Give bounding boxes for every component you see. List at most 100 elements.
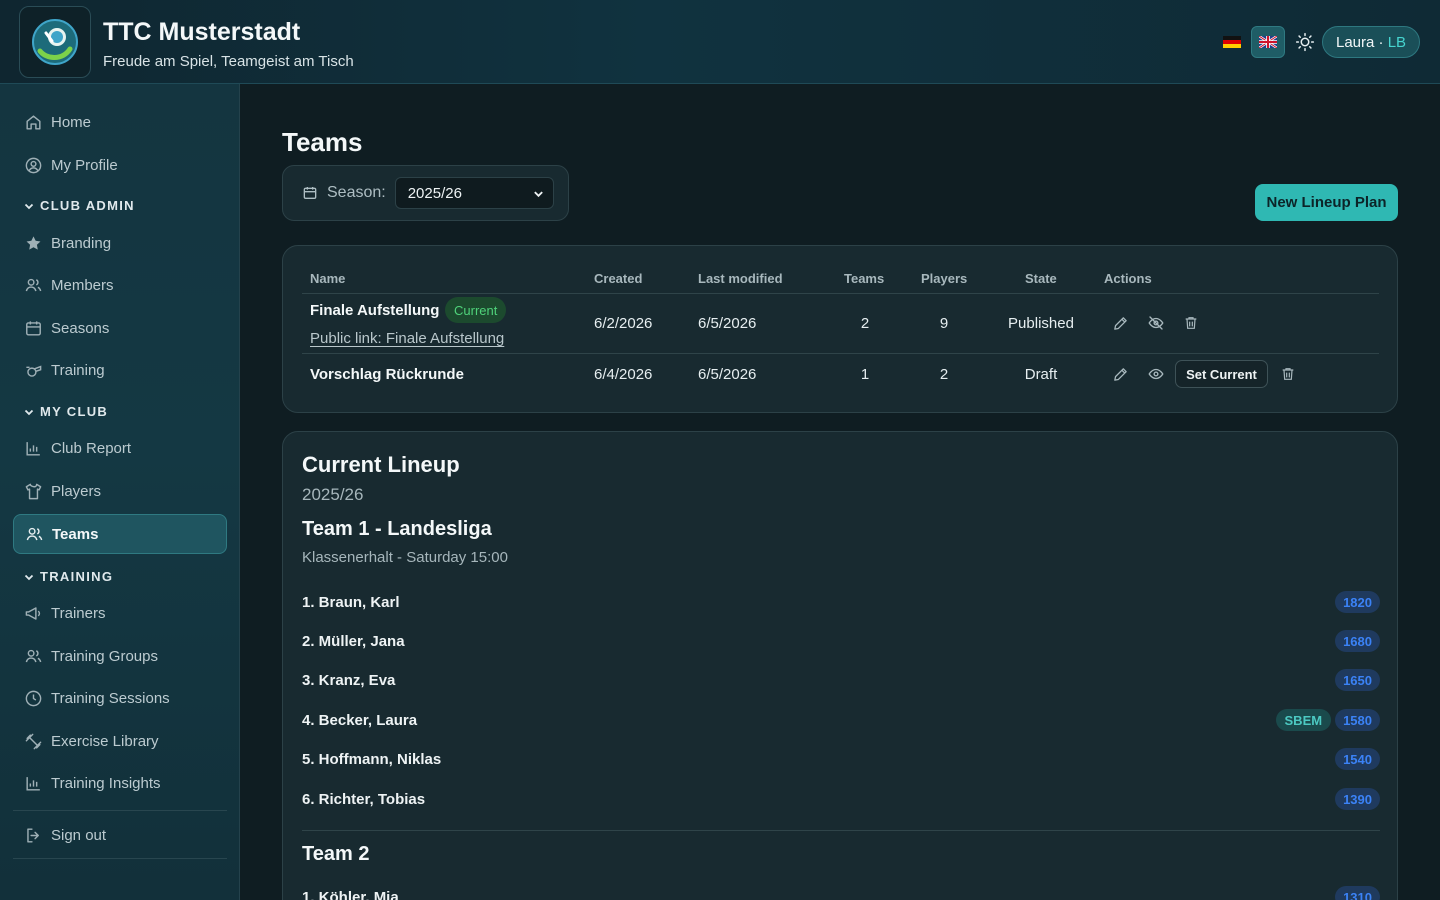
new-lineup-plan-button[interactable]: New Lineup Plan — [1255, 184, 1398, 221]
pencil-icon — [1113, 367, 1127, 381]
lang-de-button[interactable] — [1215, 26, 1249, 58]
club-name: TTC Musterstadt — [103, 18, 301, 46]
user-circle-icon — [25, 157, 42, 173]
sidebar-item-exercise-library[interactable]: Exercise Library — [13, 721, 227, 761]
players-count: 2 — [939, 366, 949, 383]
list-item: 1. Köhler, Mia 1310 — [302, 885, 1380, 900]
chevron-down-icon — [24, 409, 34, 415]
lang-en-button[interactable] — [1251, 26, 1285, 58]
state: Published — [1008, 315, 1074, 332]
team-divider — [302, 830, 1380, 831]
unpublish-button[interactable] — [1145, 312, 1167, 334]
sidebar-item-training[interactable]: Training — [13, 350, 227, 390]
sidebar: Home My Profile CLUB ADMIN Branding Memb… — [0, 84, 240, 900]
team-title: Team 1 - Landesliga — [302, 518, 492, 540]
calendar-icon — [26, 320, 41, 336]
delete-button[interactable] — [1180, 312, 1202, 334]
sidebar-item-home[interactable]: Home — [13, 102, 227, 142]
dumbbell-icon — [25, 733, 42, 749]
sidebar-item-club-report[interactable]: Club Report — [13, 428, 227, 468]
sbem-badge: SBEM — [1275, 709, 1332, 731]
list-item: 3. Kranz, Eva 1650 — [302, 668, 1380, 692]
sidebar-item-members[interactable]: Members — [13, 265, 227, 305]
sidebar-item-training-sessions[interactable]: Training Sessions — [13, 678, 227, 718]
club-tagline: Freude am Spiel, Teamgeist am Tisch — [103, 53, 354, 70]
user-menu-button[interactable]: Laura · LB — [1322, 26, 1421, 58]
modified-date: 6/5/2026 — [698, 366, 757, 383]
star-icon — [26, 235, 41, 250]
sidebar-item-trainers[interactable]: Trainers — [13, 593, 227, 633]
team-title: Team 2 — [302, 843, 370, 865]
theme-toggle[interactable] — [1292, 29, 1318, 55]
edit-button[interactable] — [1109, 363, 1131, 385]
flag-de-icon — [1223, 36, 1241, 48]
section-training[interactable]: TRAINING — [23, 569, 113, 584]
season-label: Season: — [327, 184, 386, 201]
whistle-icon — [26, 365, 42, 377]
player-name: 3. Kranz, Eva — [302, 671, 396, 689]
col-header-last-modified: Last modified — [698, 271, 783, 286]
player-name: 1. Braun, Karl — [302, 593, 400, 611]
calendar-icon — [303, 187, 317, 199]
sidebar-item-teams[interactable]: Teams — [13, 514, 227, 554]
rating-badge: 1310 — [1335, 886, 1380, 900]
table-divider — [302, 353, 1379, 354]
sign-out-icon — [27, 827, 39, 843]
sidebar-item-players[interactable]: Players — [13, 471, 227, 511]
season-filter: Season: 2025/26 — [282, 165, 569, 221]
megaphone-icon — [25, 606, 41, 620]
section-my-club[interactable]: MY CLUB — [23, 404, 108, 419]
created-date: 6/4/2026 — [594, 366, 653, 383]
edit-button[interactable] — [1109, 312, 1131, 334]
sun-icon — [1295, 32, 1315, 52]
user-initials: LB — [1387, 33, 1407, 51]
col-header-teams: Teams — [844, 271, 885, 286]
lineup-plans-table: Name Created Last modified Teams Players… — [282, 245, 1398, 413]
clock-icon — [25, 690, 42, 706]
rating-badge: 1390 — [1335, 788, 1380, 810]
plan-name: Finale Aufstellung — [310, 302, 440, 319]
delete-button[interactable] — [1277, 363, 1299, 385]
publish-button[interactable] — [1145, 363, 1167, 385]
plan-name: Vorschlag Rückrunde — [310, 366, 464, 383]
sidebar-item-training-insights[interactable]: Training Insights — [13, 763, 227, 803]
chevron-down-icon — [24, 203, 34, 209]
list-item: 2. Müller, Jana 1680 — [302, 629, 1380, 653]
list-item: 1. Braun, Karl 1820 — [302, 590, 1380, 614]
rating-badge: 1650 — [1335, 669, 1380, 691]
sidebar-divider — [13, 810, 227, 811]
home-icon — [26, 114, 41, 130]
table-divider — [302, 293, 1379, 294]
player-name: 2. Müller, Jana — [302, 632, 405, 650]
user-name: Laura — [1336, 33, 1375, 51]
season-select[interactable]: 2025/26 — [394, 177, 554, 209]
bar-chart-icon — [26, 441, 40, 456]
player-name: 4. Becker, Laura — [302, 711, 418, 729]
users-icon — [26, 527, 43, 540]
season-select-value: 2025/26 — [407, 184, 462, 202]
flag-uk-icon — [1259, 36, 1277, 48]
sidebar-item-seasons[interactable]: Seasons — [13, 308, 227, 348]
current-lineup-card: Current Lineup 2025/26 Team 1 - Landesli… — [282, 431, 1398, 900]
section-club-admin[interactable]: CLUB ADMIN — [23, 198, 135, 213]
sidebar-item-branding[interactable]: Branding — [13, 223, 227, 263]
player-name: 6. Richter, Tobias — [302, 790, 426, 808]
club-logo[interactable] — [19, 6, 91, 78]
set-current-button[interactable]: Set Current — [1175, 360, 1268, 388]
trash-icon — [1282, 368, 1294, 380]
bar-chart-icon — [26, 776, 40, 791]
app-header: TTC Musterstadt Freude am Spiel, Teamgei… — [0, 0, 1440, 84]
sign-out-button[interactable]: Sign out — [13, 815, 227, 855]
sidebar-item-my-profile[interactable]: My Profile — [13, 145, 227, 185]
col-header-name: Name — [310, 271, 346, 286]
eye-icon — [1148, 368, 1164, 380]
chevron-down-icon — [533, 190, 543, 197]
teams-count: 2 — [860, 315, 870, 332]
modified-date: 6/5/2026 — [698, 315, 757, 332]
eye-off-icon — [1148, 316, 1164, 330]
player-name: 5. Hoffmann, Niklas — [302, 750, 442, 768]
public-link[interactable]: Public link: Finale Aufstellung — [310, 330, 504, 347]
sidebar-item-training-groups[interactable]: Training Groups — [13, 636, 227, 676]
col-header-created: Created — [594, 271, 643, 286]
rating-badge: 1540 — [1335, 748, 1380, 770]
